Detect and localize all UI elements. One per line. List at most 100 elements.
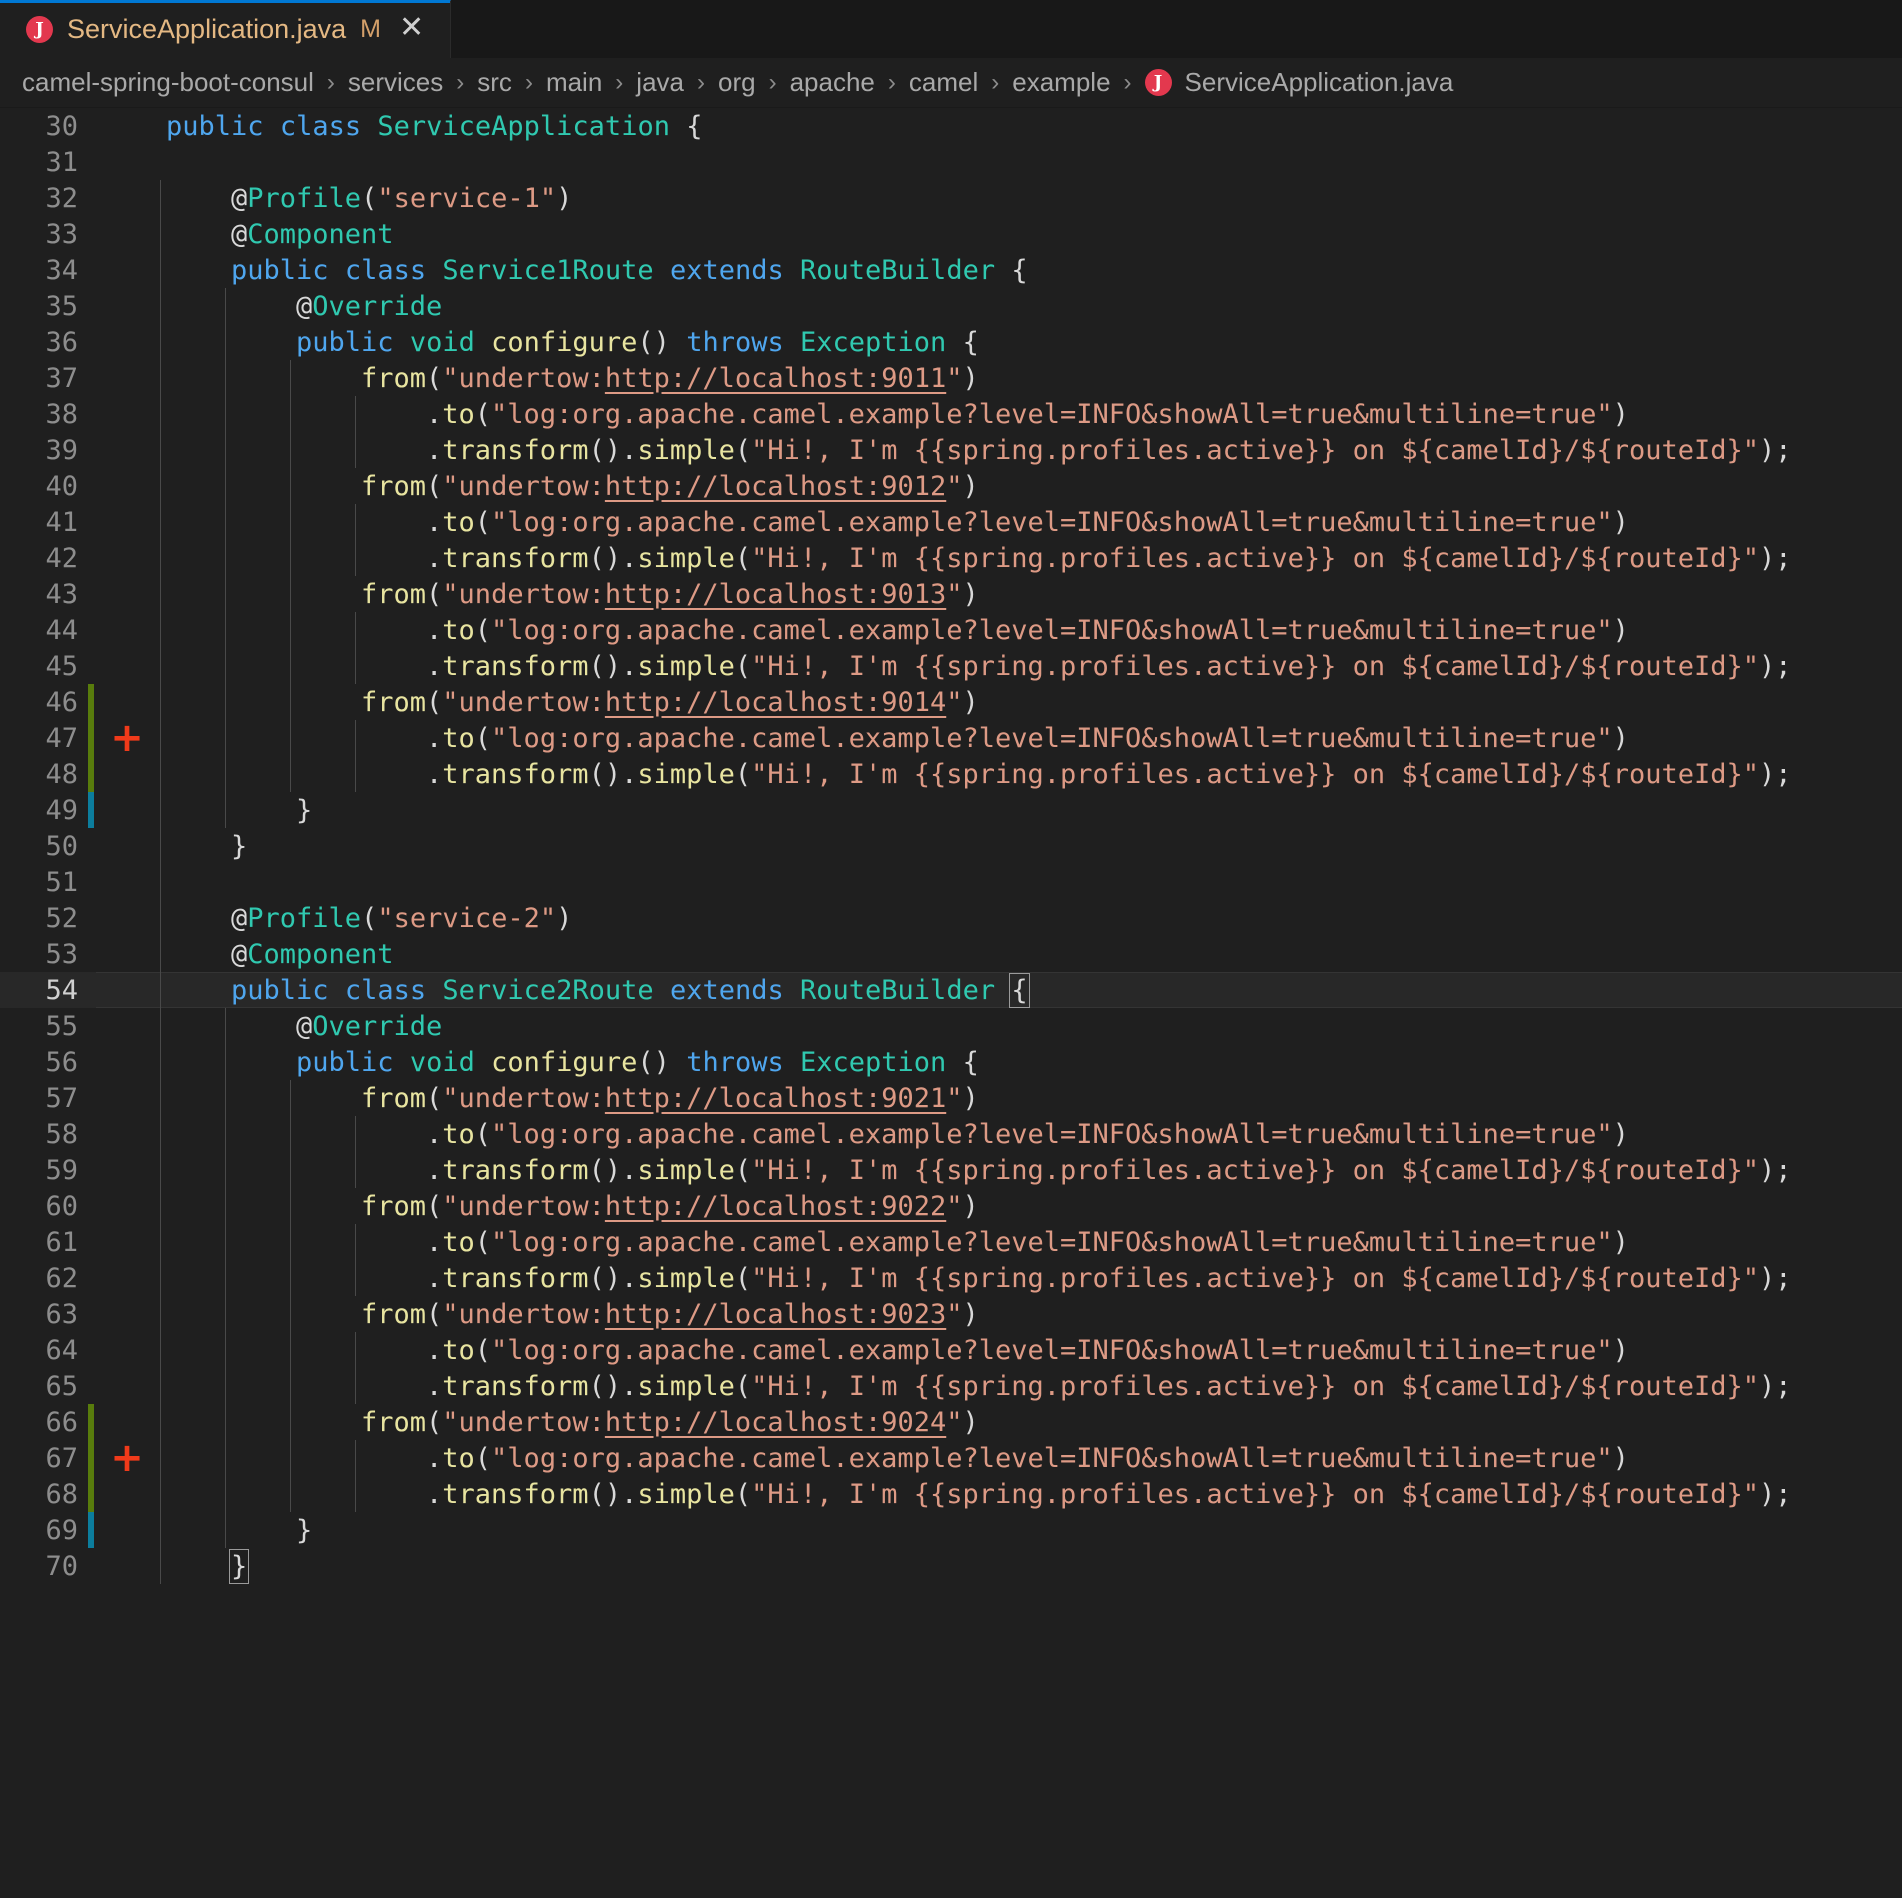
code-line[interactable]: 34public class Service1Route extends Rou…: [0, 252, 1902, 288]
code-line[interactable]: 68.transform().simple("Hi!, I'm {{spring…: [0, 1476, 1902, 1512]
code-line[interactable]: 44.to("log:org.apache.camel.example?leve…: [0, 612, 1902, 648]
gutter-change-none: [88, 396, 94, 432]
code-line[interactable]: 36public void configure() throws Excepti…: [0, 324, 1902, 360]
code-line[interactable]: 50}: [0, 828, 1902, 864]
close-icon[interactable]: ✕: [395, 13, 428, 47]
code-line[interactable]: 62.transform().simple("Hi!, I'm {{spring…: [0, 1260, 1902, 1296]
code-token: @: [231, 939, 247, 970]
code-editor[interactable]: 30public class ServiceApplication {3132@…: [0, 108, 1902, 1897]
code-line[interactable]: 69}: [0, 1512, 1902, 1548]
line-number: 53: [0, 939, 78, 970]
code-line[interactable]: 33@Component: [0, 216, 1902, 252]
gutter-change-added[interactable]: [88, 1476, 94, 1512]
code-token: [361, 111, 377, 142]
breadcrumb-item-file[interactable]: JServiceApplication.java: [1145, 67, 1454, 98]
code-line[interactable]: 57from("undertow:http://localhost:9021"): [0, 1080, 1902, 1116]
line-number: 50: [0, 831, 78, 862]
code-line[interactable]: 51: [0, 864, 1902, 900]
code-line[interactable]: 31: [0, 144, 1902, 180]
code-line[interactable]: 58.to("log:org.apache.camel.example?leve…: [0, 1116, 1902, 1152]
code-token: "log:org.apache.camel.example?level=INFO…: [491, 615, 1613, 646]
code-line[interactable]: 63from("undertow:http://localhost:9023"): [0, 1296, 1902, 1332]
code-url-link[interactable]: http://localhost:9012: [605, 471, 946, 502]
code-token: ): [1613, 1227, 1629, 1258]
code-line[interactable]: 67+.to("log:org.apache.camel.example?lev…: [0, 1440, 1902, 1476]
code-line[interactable]: 30public class ServiceApplication {: [0, 108, 1902, 144]
breadcrumb-item-example[interactable]: example: [1012, 67, 1110, 98]
code-line[interactable]: 35@Override: [0, 288, 1902, 324]
code-line[interactable]: 45.transform().simple("Hi!, I'm {{spring…: [0, 648, 1902, 684]
breadcrumb-item-camel-spring-boot-consul[interactable]: camel-spring-boot-consul: [22, 67, 314, 98]
code-line[interactable]: 66from("undertow:http://localhost:9024"): [0, 1404, 1902, 1440]
breadcrumb-item-main[interactable]: main: [546, 67, 602, 98]
gutter-change-none: [88, 1548, 94, 1584]
tab-service-application-java[interactable]: J ServiceApplication.java M ✕: [0, 0, 451, 58]
code-line[interactable]: 40from("undertow:http://localhost:9012"): [0, 468, 1902, 504]
breadcrumb-item-apache[interactable]: apache: [790, 67, 875, 98]
code-token: {: [946, 1047, 979, 1078]
code-line[interactable]: 42.transform().simple("Hi!, I'm {{spring…: [0, 540, 1902, 576]
code-token: "undertow:: [442, 687, 605, 718]
gutter-change-added[interactable]: [88, 1404, 94, 1440]
code-line[interactable]: 59.transform().simple("Hi!, I'm {{spring…: [0, 1152, 1902, 1188]
code-token: (: [735, 651, 751, 682]
code-url-link[interactable]: http://localhost:9023: [605, 1299, 946, 1330]
code-token: "undertow:: [442, 471, 605, 502]
code-line[interactable]: 52@Profile("service-2"): [0, 900, 1902, 936]
gutter-change-none: [88, 828, 94, 864]
code-line[interactable]: 48.transform().simple("Hi!, I'm {{spring…: [0, 756, 1902, 792]
code-line[interactable]: 43from("undertow:http://localhost:9013"): [0, 576, 1902, 612]
code-url-link[interactable]: http://localhost:9021: [605, 1083, 946, 1114]
gutter-change-none: [88, 144, 94, 180]
code-line[interactable]: 55@Override: [0, 1008, 1902, 1044]
code-token: ().: [589, 1371, 638, 1402]
code-line[interactable]: 41.to("log:org.apache.camel.example?leve…: [0, 504, 1902, 540]
code-line[interactable]: 54public class Service2Route extends Rou…: [0, 972, 1902, 1008]
code-line[interactable]: 61.to("log:org.apache.camel.example?leve…: [0, 1224, 1902, 1260]
gutter-change-modified[interactable]: [88, 792, 94, 828]
code-line[interactable]: 47+.to("log:org.apache.camel.example?lev…: [0, 720, 1902, 756]
code-token: ): [556, 903, 572, 934]
code-token: }: [296, 795, 312, 826]
code-url-link[interactable]: http://localhost:9014: [605, 687, 946, 718]
code-text: .to("log:org.apache.camel.example?level=…: [160, 1119, 1629, 1150]
code-line[interactable]: 53@Component: [0, 936, 1902, 972]
breadcrumb-item-services[interactable]: services: [348, 67, 443, 98]
code-url-link[interactable]: http://localhost:9011: [605, 363, 946, 394]
code-line[interactable]: 46from("undertow:http://localhost:9014"): [0, 684, 1902, 720]
gutter-change-added[interactable]: [88, 684, 94, 720]
add-change-plus-icon[interactable]: +: [94, 718, 160, 758]
code-line[interactable]: 70}: [0, 1548, 1902, 1584]
breadcrumb-item-camel[interactable]: camel: [909, 67, 978, 98]
gutter-change-none: [88, 1368, 94, 1404]
breadcrumb-item-org[interactable]: org: [718, 67, 756, 98]
code-line[interactable]: 56public void configure() throws Excepti…: [0, 1044, 1902, 1080]
code-url-link[interactable]: http://localhost:9022: [605, 1191, 946, 1222]
code-token: ().: [589, 435, 638, 466]
code-token: public: [231, 255, 329, 286]
code-line[interactable]: 32@Profile("service-1"): [0, 180, 1902, 216]
code-token: }: [231, 831, 247, 862]
gutter-change-modified[interactable]: [88, 1512, 94, 1548]
add-change-plus-icon[interactable]: +: [94, 1438, 160, 1478]
code-line[interactable]: 39.transform().simple("Hi!, I'm {{spring…: [0, 432, 1902, 468]
code-line[interactable]: 49}: [0, 792, 1902, 828]
code-text: from("undertow:http://localhost:9024"): [160, 1407, 979, 1438]
code-url-link[interactable]: http://localhost:9024: [605, 1407, 946, 1438]
code-token: );: [1759, 543, 1792, 574]
code-token: (: [735, 543, 751, 574]
breadcrumb-separator-icon: ›: [756, 69, 790, 97]
gutter-change-none: [88, 216, 94, 252]
gutter-change-added[interactable]: [88, 756, 94, 792]
code-line[interactable]: 65.transform().simple("Hi!, I'm {{spring…: [0, 1368, 1902, 1404]
code-token: (: [735, 1263, 751, 1294]
breadcrumb-item-src[interactable]: src: [477, 67, 512, 98]
code-line[interactable]: 60from("undertow:http://localhost:9022"): [0, 1188, 1902, 1224]
code-url-link[interactable]: http://localhost:9013: [605, 579, 946, 610]
breadcrumb-item-java[interactable]: java: [636, 67, 684, 98]
code-line[interactable]: 37from("undertow:http://localhost:9011"): [0, 360, 1902, 396]
code-line[interactable]: 64.to("log:org.apache.camel.example?leve…: [0, 1332, 1902, 1368]
code-line[interactable]: 38.to("log:org.apache.camel.example?leve…: [0, 396, 1902, 432]
code-token: throws: [686, 1047, 784, 1078]
code-token: (: [475, 1335, 491, 1366]
